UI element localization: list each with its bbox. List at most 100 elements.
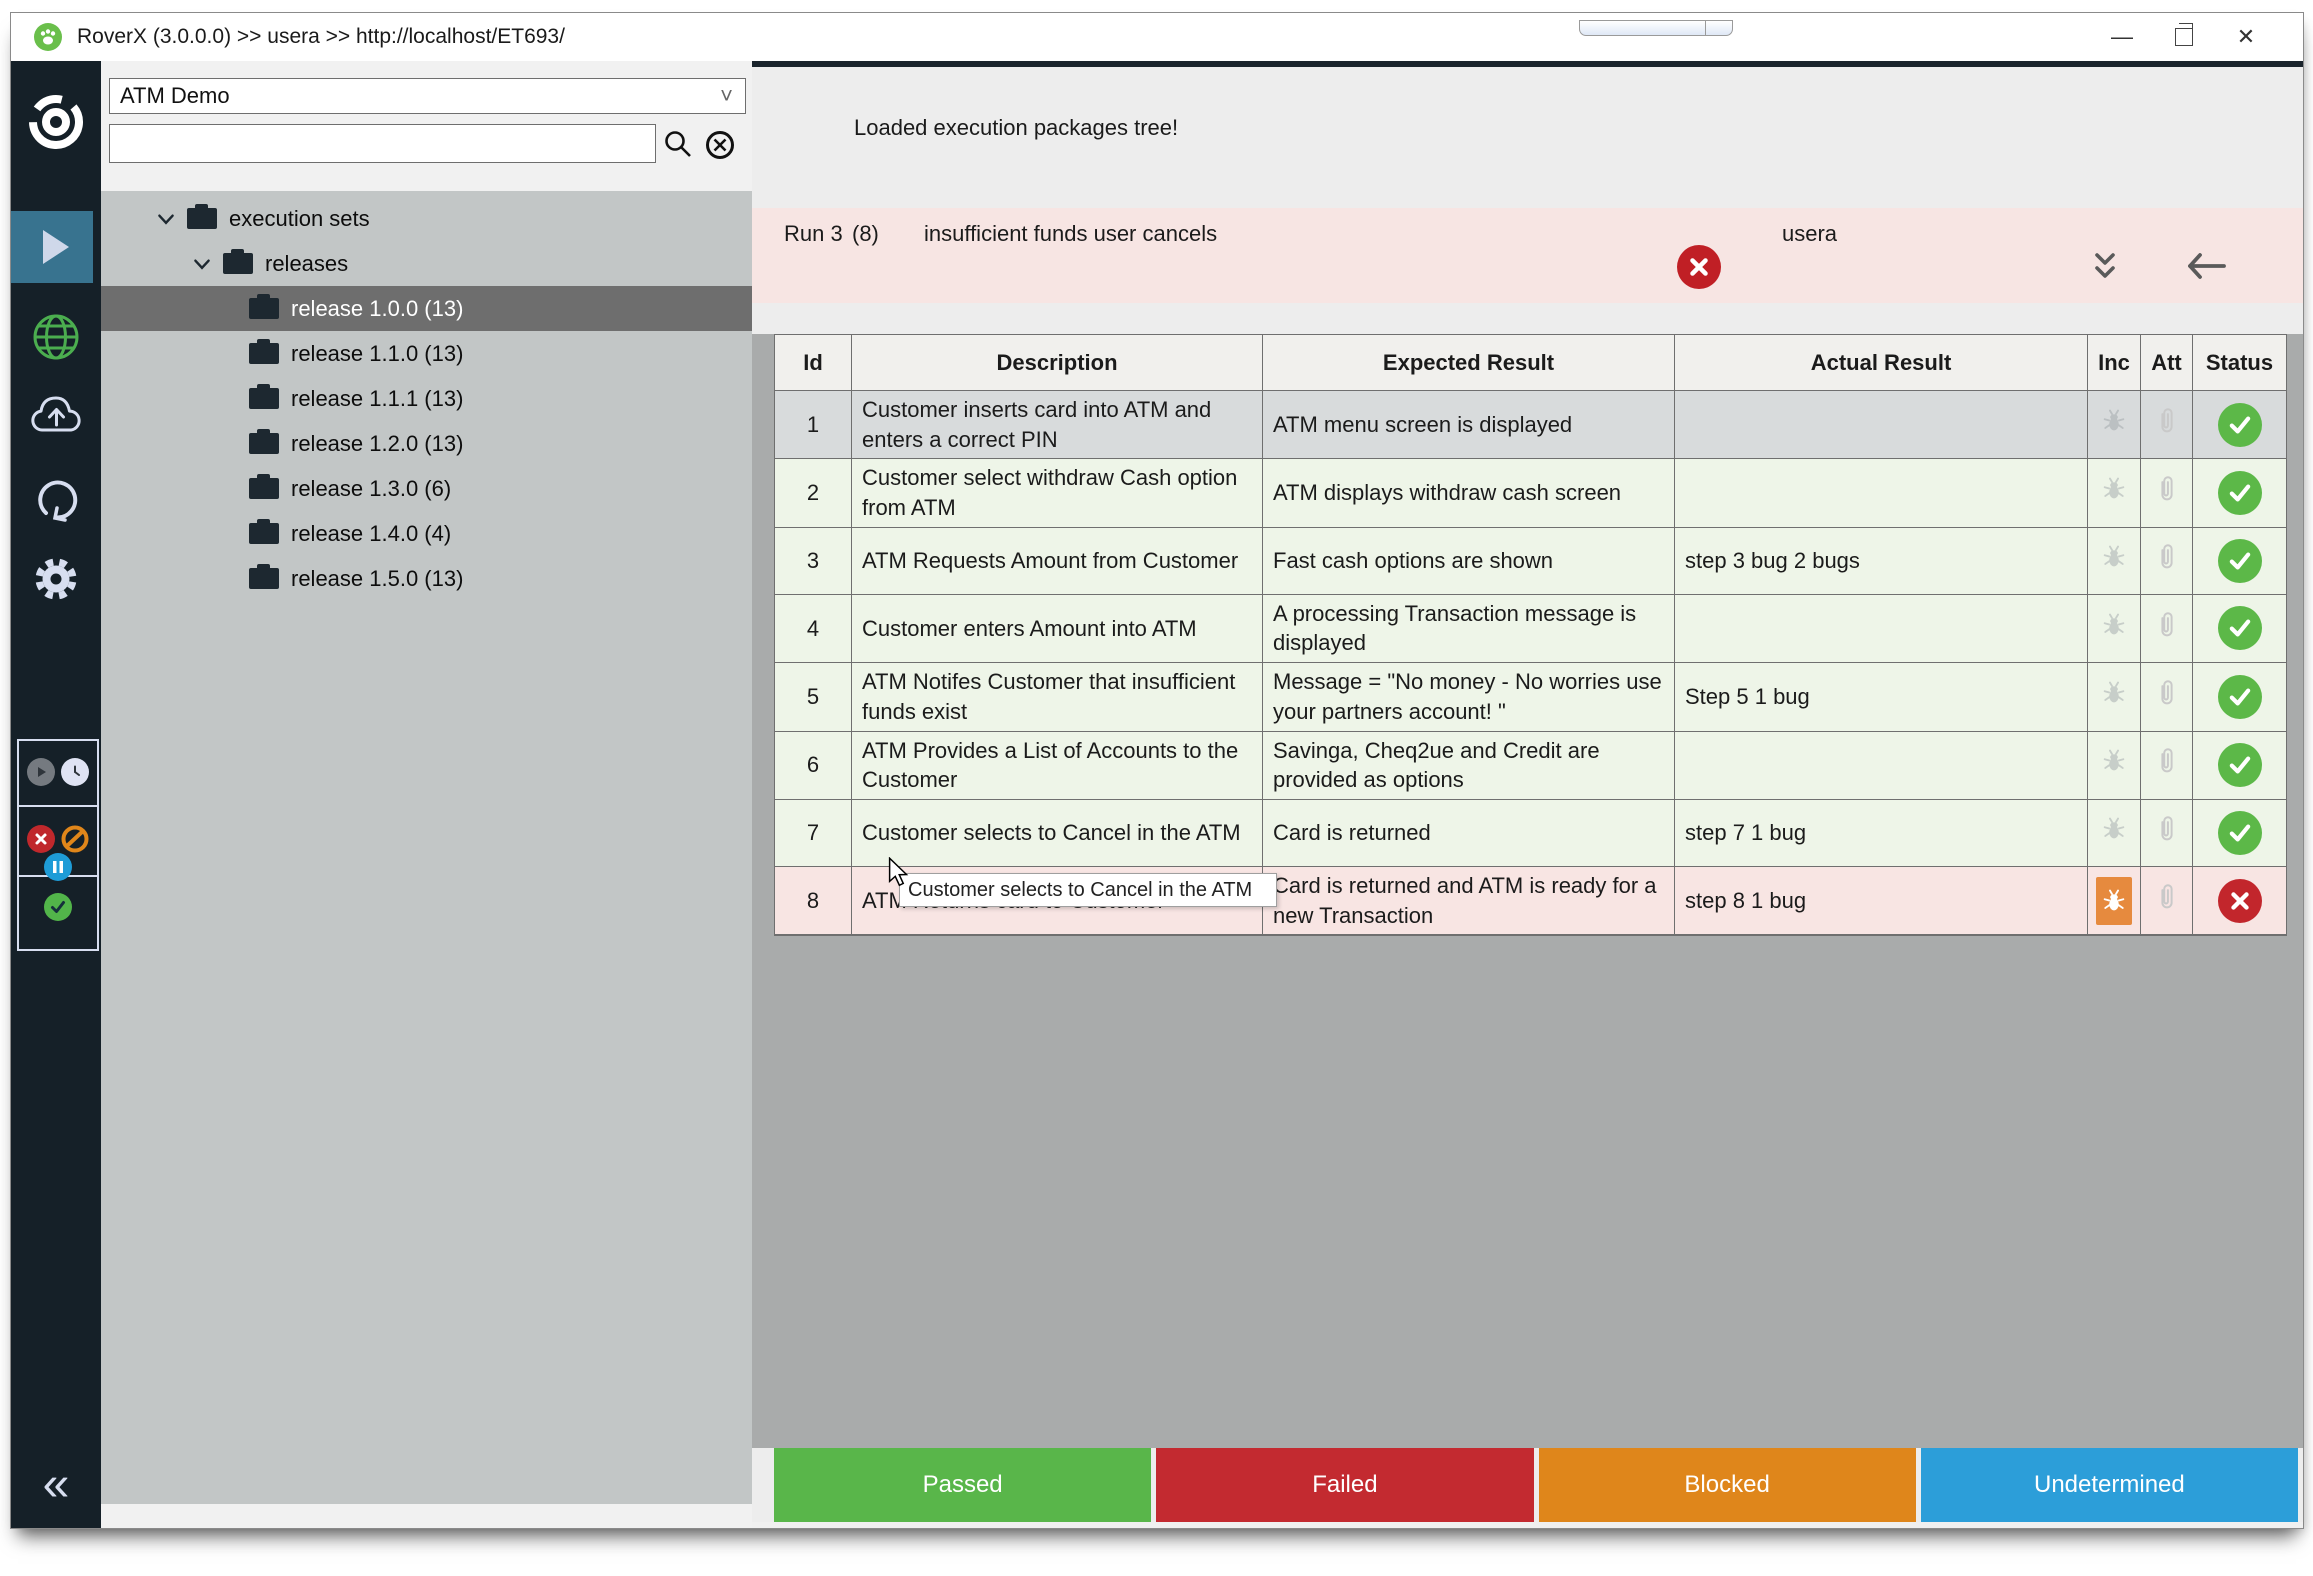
paperclip-icon[interactable] bbox=[2155, 474, 2179, 512]
roverx-logo-icon bbox=[27, 93, 85, 156]
run-step-count: (8) bbox=[852, 221, 879, 247]
bug-icon[interactable] bbox=[2100, 543, 2128, 579]
tree-item-releases[interactable]: releases bbox=[101, 241, 752, 286]
folder-icon bbox=[249, 433, 279, 454]
bug-icon[interactable] bbox=[2100, 475, 2128, 511]
clear-search-icon[interactable] bbox=[703, 128, 737, 167]
back-arrow-icon[interactable] bbox=[2184, 250, 2228, 287]
paperclip-icon[interactable] bbox=[2155, 882, 2179, 920]
incident-bug-button[interactable] bbox=[2088, 663, 2141, 731]
column-header-inc: Inc bbox=[2088, 335, 2141, 391]
blocked-button[interactable]: Blocked bbox=[1539, 1448, 1916, 1522]
step-status bbox=[2193, 595, 2286, 663]
status-message: Loaded execution packages tree! bbox=[854, 115, 1178, 141]
expand-all-chevrons-icon[interactable] bbox=[2087, 252, 2123, 289]
column-header-status: Status bbox=[2193, 335, 2286, 391]
close-button[interactable]: ✕ bbox=[2215, 24, 2277, 50]
globe-icon[interactable] bbox=[30, 311, 82, 368]
search-input[interactable] bbox=[109, 124, 656, 163]
tree-item-label: release 1.1.0 (13) bbox=[291, 341, 463, 367]
tree-item-execution-sets[interactable]: execution sets bbox=[101, 196, 752, 241]
search-icon[interactable] bbox=[661, 128, 695, 167]
step-expected-result: ATM menu screen is displayed bbox=[1263, 391, 1675, 459]
sidebar-item-execution[interactable] bbox=[11, 211, 93, 283]
attachment-button[interactable] bbox=[2141, 391, 2193, 459]
project-dropdown[interactable]: ATM Demo ˅ bbox=[109, 78, 746, 114]
incident-bug-button[interactable] bbox=[2088, 732, 2141, 800]
paperclip-icon[interactable] bbox=[2155, 406, 2179, 444]
tree-item-release-1.0.0-13-[interactable]: release 1.0.0 (13) bbox=[101, 286, 752, 331]
status-paused-icon[interactable] bbox=[44, 853, 72, 881]
status-failed-icon[interactable] bbox=[27, 825, 55, 853]
attachment-button[interactable] bbox=[2141, 732, 2193, 800]
step-status bbox=[2193, 391, 2286, 459]
tree-item-release-1.1.1-13-[interactable]: release 1.1.1 (13) bbox=[101, 376, 752, 421]
incident-bug-button[interactable] bbox=[2088, 528, 2141, 595]
incident-bug-button[interactable] bbox=[2088, 595, 2141, 663]
step-description: ATM Requests Amount from Customer bbox=[852, 528, 1263, 595]
folder-icon bbox=[249, 388, 279, 409]
status-running-icon[interactable] bbox=[27, 758, 55, 786]
status-passed-icon[interactable] bbox=[44, 893, 72, 921]
column-header-att: Att bbox=[2141, 335, 2193, 391]
bug-icon[interactable] bbox=[2100, 679, 2128, 715]
tree-item-release-1.4.0-4-[interactable]: release 1.4.0 (4) bbox=[101, 511, 752, 556]
partial-scrollbar[interactable] bbox=[1579, 20, 1733, 36]
restore-button[interactable] bbox=[2153, 24, 2215, 50]
tree-item-release-1.3.0-6-[interactable]: release 1.3.0 (6) bbox=[101, 466, 752, 511]
window-title: RoverX (3.0.0.0) >> usera >> http://loca… bbox=[77, 25, 565, 49]
undetermined-button[interactable]: Undetermined bbox=[1921, 1448, 2298, 1522]
tree-item-release-1.5.0-13-[interactable]: release 1.5.0 (13) bbox=[101, 556, 752, 601]
incident-bug-button[interactable] bbox=[2088, 459, 2141, 527]
attachment-button[interactable] bbox=[2141, 663, 2193, 731]
paperclip-icon[interactable] bbox=[2155, 746, 2179, 784]
title-bar: RoverX (3.0.0.0) >> usera >> http://loca… bbox=[11, 13, 2303, 61]
incident-bug-button[interactable] bbox=[2088, 800, 2141, 867]
run-status-legend bbox=[17, 739, 99, 951]
bug-icon[interactable] bbox=[2100, 611, 2128, 647]
collapse-sidebar-button[interactable]: « bbox=[11, 1461, 101, 1509]
attachment-button[interactable] bbox=[2141, 867, 2193, 935]
step-id: 5 bbox=[775, 663, 852, 731]
step-expected-result: ATM displays withdraw cash screen bbox=[1263, 459, 1675, 527]
minimize-button[interactable]: — bbox=[2091, 24, 2153, 50]
paperclip-icon[interactable] bbox=[2155, 610, 2179, 648]
settings-gear-icon[interactable] bbox=[30, 553, 82, 610]
attachment-button[interactable] bbox=[2141, 800, 2193, 867]
step-actual-result bbox=[1675, 732, 2088, 800]
status-pending-clock-icon[interactable] bbox=[61, 758, 89, 786]
passed-check-icon bbox=[2218, 675, 2262, 719]
paperclip-icon[interactable] bbox=[2155, 678, 2179, 716]
tree-item-label: release 1.5.0 (13) bbox=[291, 566, 463, 592]
step-description: ATM Notifes Customer that insufficient f… bbox=[852, 663, 1263, 731]
refresh-icon[interactable] bbox=[32, 475, 82, 530]
passed-check-icon bbox=[2218, 403, 2262, 447]
chevron-down-icon[interactable] bbox=[189, 253, 215, 275]
passed-button[interactable]: Passed bbox=[774, 1448, 1151, 1522]
run-failed-icon[interactable] bbox=[1677, 245, 1721, 289]
cloud-upload-icon[interactable] bbox=[30, 393, 84, 442]
passed-check-icon bbox=[2218, 471, 2262, 515]
step-actual-result bbox=[1675, 459, 2088, 527]
app-paw-icon bbox=[33, 22, 63, 52]
attachment-button[interactable] bbox=[2141, 595, 2193, 663]
passed-check-icon bbox=[2218, 811, 2262, 855]
status-blocked-icon[interactable] bbox=[61, 825, 89, 853]
tree-item-release-1.1.0-13-[interactable]: release 1.1.0 (13) bbox=[101, 331, 752, 376]
attachment-button[interactable] bbox=[2141, 528, 2193, 595]
paperclip-icon[interactable] bbox=[2155, 814, 2179, 852]
column-header-actual-result: Actual Result bbox=[1675, 335, 2088, 391]
explorer-panel: ATM Demo ˅ execution setsreleasesrelease… bbox=[101, 61, 752, 1528]
incident-bug-button[interactable] bbox=[2088, 867, 2141, 935]
paperclip-icon[interactable] bbox=[2155, 542, 2179, 580]
tree-item-release-1.2.0-13-[interactable]: release 1.2.0 (13) bbox=[101, 421, 752, 466]
attachment-button[interactable] bbox=[2141, 459, 2193, 527]
bug-icon[interactable] bbox=[2100, 407, 2128, 443]
bug-icon[interactable] bbox=[2100, 747, 2128, 783]
incident-bug-button[interactable] bbox=[2088, 391, 2141, 459]
tree-item-label: release 1.2.0 (13) bbox=[291, 431, 463, 457]
bug-icon[interactable] bbox=[2100, 815, 2128, 851]
bug-icon[interactable] bbox=[2096, 877, 2132, 925]
chevron-down-icon[interactable] bbox=[153, 208, 179, 230]
failed-button[interactable]: Failed bbox=[1156, 1448, 1533, 1522]
